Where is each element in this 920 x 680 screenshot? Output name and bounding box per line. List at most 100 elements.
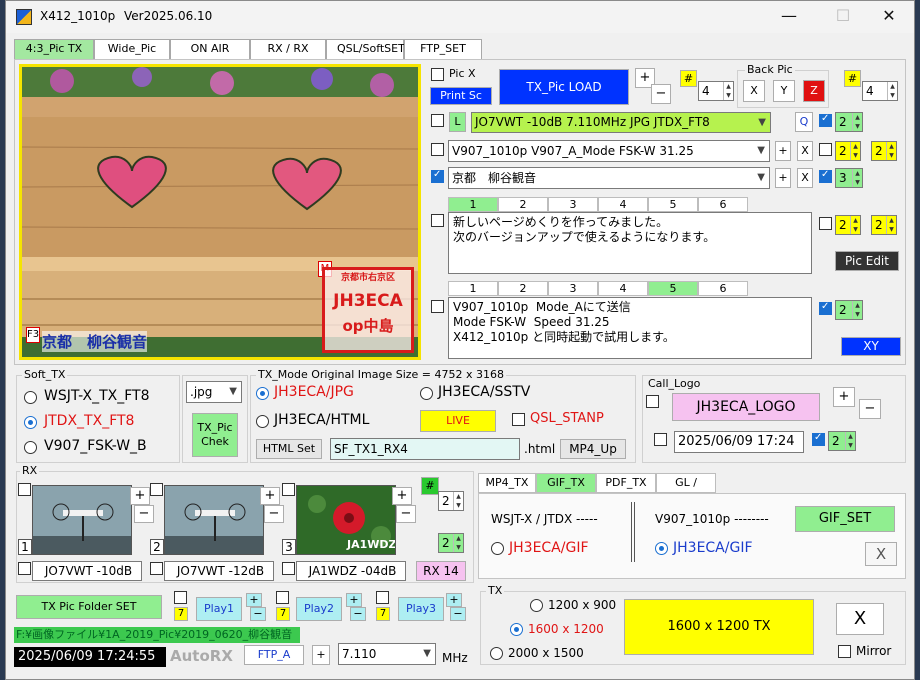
spin-arrows-icon[interactable]: ▲ ▼	[723, 82, 733, 100]
msg1-textarea[interactable]: 新しいページめくりを作ってみました。 次のバージョンアップで使えるようになります…	[448, 212, 812, 274]
gif-set-button[interactable]: GIF_SET	[795, 506, 895, 532]
line1-combo[interactable]: JO7VWT -10dB 7.110MHz JPG JTDX_FT8 ▼	[471, 112, 771, 133]
play2-seven-button[interactable]: 7	[276, 607, 290, 621]
tab-on-air[interactable]: ON AIR	[170, 39, 250, 59]
rx2-select-checkbox[interactable]	[150, 562, 163, 575]
spin-arrows-icon[interactable]: ▲ ▼	[850, 142, 860, 160]
gif-left-radio[interactable]	[491, 542, 504, 555]
msg2-checkbox[interactable]	[431, 300, 444, 313]
spin-arrows-icon[interactable]: ▲ ▼	[453, 492, 463, 510]
pic-x-checkbox[interactable]	[431, 68, 444, 81]
live-button[interactable]: LIVE	[420, 410, 496, 432]
play3-minus-button[interactable]: −	[450, 607, 466, 621]
rx2-checkbox[interactable]	[150, 483, 163, 496]
logo-plus-button[interactable]: +	[833, 387, 855, 407]
hash-a-button[interactable]: #	[680, 70, 697, 87]
tx-pic-folder-set-button[interactable]: TX Pic Folder SET	[16, 595, 162, 619]
msg2-tab-3[interactable]: 3	[548, 281, 598, 296]
rx3-minus-button[interactable]: −	[396, 505, 416, 523]
play2-button[interactable]: Play2	[296, 597, 342, 621]
msg1-spin-a[interactable]: 2 ▲ ▼	[835, 215, 861, 235]
play3-plus-button[interactable]: +	[446, 593, 462, 607]
hash-b-button[interactable]: #	[844, 70, 861, 87]
xy-button[interactable]: XY	[841, 337, 901, 356]
chevron-down-icon[interactable]: ▼	[757, 141, 765, 161]
line2-x-button[interactable]: X	[797, 141, 813, 161]
play3-seven-button[interactable]: 7	[376, 607, 390, 621]
soft-tx-radio-wsjt[interactable]	[24, 391, 37, 404]
rx2-minus-button[interactable]: −	[264, 505, 284, 523]
spin-arrows-icon[interactable]: ▲ ▼	[850, 216, 860, 234]
chevron-down-icon[interactable]: ▼	[423, 644, 431, 664]
rx2-plus-button[interactable]: +	[260, 487, 280, 505]
tx-size-radio-2000[interactable]	[490, 647, 503, 660]
rx14-button[interactable]: RX 14	[416, 561, 466, 581]
line2-combo[interactable]: V907_1010p V907_A_Mode FSK-W 31.25 ▼	[448, 140, 770, 162]
msg1-tab-2[interactable]: 2	[498, 197, 548, 212]
print-screen-button[interactable]: Print Sc	[430, 87, 492, 105]
call-logo-checkbox[interactable]	[646, 395, 659, 408]
spin-arrows-icon[interactable]: ▲ ▼	[852, 169, 862, 187]
spin-arrows-icon[interactable]: ▲ ▼	[886, 216, 896, 234]
close-button[interactable]: ✕	[866, 5, 912, 29]
tab-43-pic-tx[interactable]: 4:3_Pic TX	[14, 39, 94, 59]
line2-checkbox[interactable]	[431, 143, 444, 156]
tab-pdf-tx[interactable]: PDF_TX	[596, 473, 656, 493]
msg1-tab-6[interactable]: 6	[698, 197, 748, 212]
play1-checkbox[interactable]	[174, 591, 187, 604]
gif-right-radio[interactable]	[655, 542, 668, 555]
play1-button[interactable]: Play1	[196, 597, 242, 621]
gif-x-button[interactable]: X	[865, 542, 897, 566]
rx-spin-b[interactable]: 2 ▲ ▼	[438, 533, 464, 553]
msg1-tab-4[interactable]: 4	[598, 197, 648, 212]
tab-gif-tx[interactable]: GIF_TX	[536, 473, 596, 493]
rx1-thumbnail[interactable]	[32, 485, 132, 555]
spin-a[interactable]: 4 ▲ ▼	[698, 81, 734, 101]
freq-plus-button[interactable]: +	[312, 645, 330, 665]
rx3-select-checkbox[interactable]	[282, 562, 295, 575]
spin-arrows-icon[interactable]: ▲ ▼	[845, 432, 855, 450]
line3-x-button[interactable]: X	[797, 168, 813, 188]
line3-combo[interactable]: 京都 柳谷観音 ▼	[448, 167, 770, 189]
line3-enable-checkbox[interactable]	[819, 169, 832, 183]
back-x-button[interactable]: X	[743, 80, 765, 102]
chevron-down-icon[interactable]: ▼	[757, 168, 765, 188]
play2-checkbox[interactable]	[276, 591, 289, 604]
maximize-button[interactable]: ☐	[820, 5, 866, 29]
qsl-stamp-checkbox[interactable]	[512, 413, 525, 426]
tx-mode-radio-html[interactable]	[256, 415, 269, 428]
mirror-checkbox[interactable]	[838, 645, 851, 658]
tx-send-button[interactable]: 1600 x 1200 TX	[624, 599, 814, 655]
tx-picture[interactable]: F3 京都 柳谷観音 M 京都市右京区 JH3ECA op中島	[19, 64, 421, 360]
datetime-checkbox[interactable]	[654, 433, 667, 446]
tab-rx-list[interactable]: RX / RX List	[250, 39, 326, 73]
chevron-down-icon[interactable]: ▼	[758, 113, 766, 132]
minimize-button[interactable]: —	[766, 5, 812, 29]
rx-hash-button[interactable]: #	[421, 477, 439, 495]
tx-mode-radio-jpg[interactable]	[256, 387, 269, 400]
msg2-tab-4[interactable]: 4	[598, 281, 648, 296]
line2-spin-b[interactable]: 2 ▲ ▼	[871, 141, 897, 161]
play1-minus-button[interactable]: −	[250, 607, 266, 621]
format-combo[interactable]: .jpg ▼	[186, 381, 242, 403]
rx2-thumbnail[interactable]	[164, 485, 264, 555]
html-file-input[interactable]: SF_TX1_RX4	[330, 438, 520, 460]
msg2-tab-6[interactable]: 6	[698, 281, 748, 296]
q-button[interactable]: Q	[795, 112, 813, 132]
line1-checkbox[interactable]	[431, 114, 444, 127]
msg2-spin[interactable]: 2 ▲ ▼	[835, 300, 863, 320]
msg1-checkbox[interactable]	[431, 214, 444, 227]
soft-tx-radio-v907[interactable]	[24, 441, 37, 454]
spin-arrows-icon[interactable]: ▲ ▼	[852, 301, 862, 319]
line2-spin-a[interactable]: 2 ▲ ▼	[835, 141, 861, 161]
line3-plus-button[interactable]: +	[775, 168, 791, 188]
back-y-button[interactable]: Y	[773, 80, 795, 102]
rx1-plus-button[interactable]: +	[130, 487, 150, 505]
line1-spin[interactable]: 2 ▲ ▼	[835, 112, 863, 132]
msg2-tab-2[interactable]: 2	[498, 281, 548, 296]
msg2-tab-5[interactable]: 5	[648, 281, 698, 296]
spin-b[interactable]: 4 ▲ ▼	[862, 81, 898, 101]
tab-gl[interactable]: GL /	[656, 473, 716, 493]
msg1-enable-checkbox[interactable]	[819, 217, 832, 230]
datetime-enable-checkbox[interactable]	[812, 432, 825, 446]
